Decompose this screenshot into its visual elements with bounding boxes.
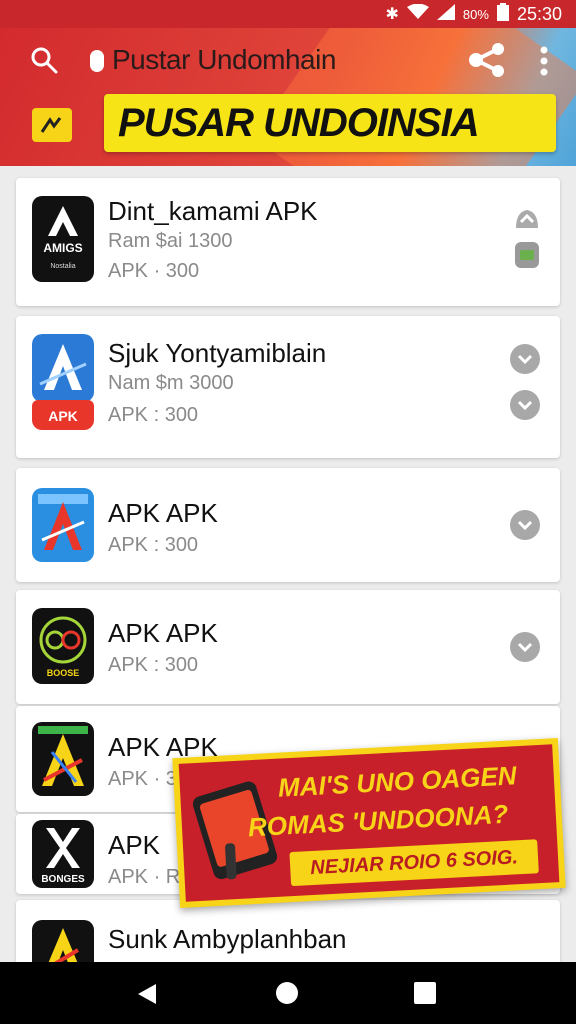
logo-icon[interactable] [32, 108, 72, 142]
install-app-icon[interactable] [512, 240, 542, 270]
app-meta: APK · R [108, 866, 181, 888]
app-meta: Nam $m 3000 [108, 372, 234, 394]
promo-cta[interactable]: NEJIAR ROIO 6 SOIG. [289, 839, 539, 887]
search-icon[interactable] [30, 46, 58, 74]
promo-headline: MAI'S UNO OAGEN [277, 760, 518, 803]
promo-subheadline: ROMAS 'UNDOONA? [247, 798, 509, 843]
promo-content: MAI'S UNO OAGEN ROMAS 'UNDOONA? NEJIAR R… [178, 744, 560, 902]
chevron-down-circle-icon[interactable] [510, 632, 540, 662]
app-list-item[interactable]: AMIGS Nostalia Dint_kamami APK Ram $ai 1… [16, 178, 560, 306]
chevron-down-circle-icon[interactable] [510, 510, 540, 540]
navigation-bar [0, 962, 576, 1024]
search-field-marker [90, 50, 104, 72]
app-icon-label: AMIGS [43, 241, 82, 255]
battery-percent: 80% [462, 6, 489, 22]
toolbar: Pustar Undomhain [0, 28, 576, 92]
more-vert-icon[interactable] [532, 44, 556, 78]
promo-banner[interactable]: MAI'S UNO OAGEN ROMAS 'UNDOONA? NEJIAR R… [172, 738, 566, 908]
app-list-item[interactable]: Sunk Ambyplanhban [16, 900, 560, 980]
app-icon [32, 488, 94, 562]
app-icon-label: BOOSE [47, 668, 80, 678]
app-icon [32, 722, 94, 796]
recents-icon[interactable] [414, 982, 436, 1004]
app-name: APK APK [108, 618, 218, 648]
app-name: APK APK [108, 498, 218, 528]
back-icon[interactable] [136, 982, 158, 1006]
chevron-down-circle-icon[interactable] [510, 344, 540, 374]
signal-icon [436, 3, 455, 25]
app-title[interactable]: Pustar Undomhain [112, 44, 336, 76]
app-meta: APK : 300 [108, 534, 199, 556]
app-meta: Ram $ai 1300 [108, 230, 233, 252]
app-icon: BOOSE [32, 608, 94, 684]
app-icon-label: BONGES [41, 874, 85, 885]
wifi-icon [406, 3, 429, 25]
home-icon[interactable] [276, 982, 298, 1004]
app-icon: APK [32, 334, 94, 430]
app-list-item[interactable]: BOOSE APK APK APK : 300 [16, 590, 560, 704]
app-meta: APK : 300 [108, 404, 199, 426]
app-meta: APK · 300 [108, 260, 200, 282]
app-name: Dint_kamami APK [108, 196, 318, 226]
share-icon[interactable] [468, 42, 506, 78]
app-list-item[interactable]: APK Sjuk Yontyamiblain Nam $m 3000 APK :… [16, 316, 560, 458]
app-meta: APK : 300 [108, 654, 199, 676]
battery-icon [496, 2, 509, 26]
header-banner[interactable]: PUSAR UNDOINSIA [104, 94, 556, 152]
app-icon: AMIGS Nostalia [32, 196, 94, 282]
chevron-down-circle-icon[interactable] [510, 390, 540, 420]
app-list-item[interactable]: APK APK APK : 300 [16, 468, 560, 582]
app-icon-label: APK [48, 408, 78, 424]
clock: 25:30 [516, 3, 562, 24]
bluetooth-icon: ✱ [385, 6, 399, 23]
banner-text: PUSAR UNDOINSIA [118, 100, 480, 145]
chevron-up-icon[interactable] [512, 204, 542, 234]
status-bar: ✱ 80% 25:30 [0, 0, 576, 28]
app-icon: BONGES [32, 820, 94, 888]
app-name: Sjuk Yontyamiblain [108, 338, 327, 368]
app-icon-sublabel: Nostalia [50, 263, 75, 270]
app-header: Pustar Undomhain PUSAR UNDOINSIA [0, 28, 576, 166]
app-name: APK [108, 830, 161, 860]
app-name: Sunk Ambyplanhban [108, 924, 347, 954]
